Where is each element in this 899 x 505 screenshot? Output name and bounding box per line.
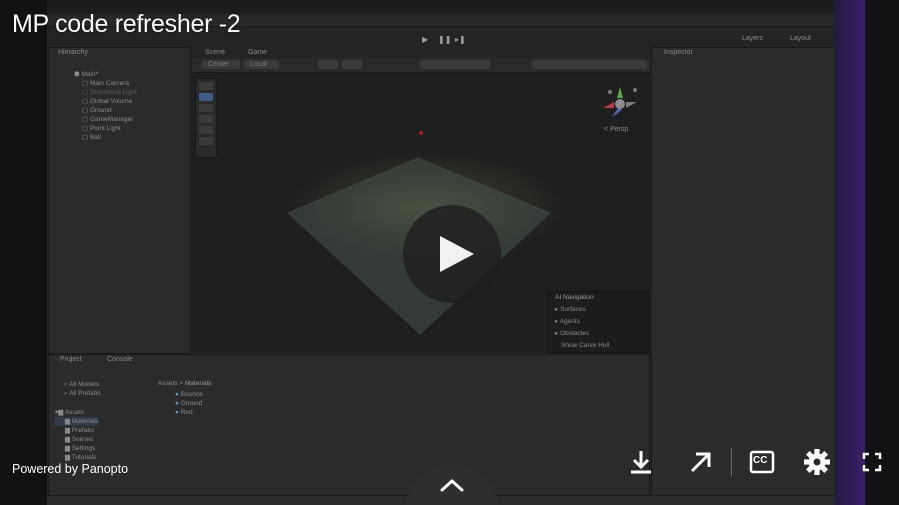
game-tab: Game <box>248 49 268 56</box>
play-button[interactable] <box>403 205 501 303</box>
desktop-background <box>835 0 865 505</box>
hierarchy-item: ▢ Ball <box>82 134 101 141</box>
fullscreen-icon <box>862 452 882 472</box>
editor-step-icon: ▸❚ <box>455 35 466 44</box>
settings-button[interactable] <box>800 446 834 478</box>
folder-icon: ▆ <box>65 454 72 461</box>
inspector-tab: Inspector <box>664 49 693 56</box>
pivot-center-dropdown: Center <box>208 61 230 68</box>
hierarchy-item: ▢ Main Camera <box>82 80 129 87</box>
ai-navigation-item: ▸ Agents <box>555 318 580 325</box>
hierarchy-item: ▢ Directional Light <box>82 89 137 96</box>
cube-icon: ▢ <box>82 80 90 87</box>
folder-icon: ▆ <box>65 427 72 434</box>
popout-button[interactable] <box>684 446 718 478</box>
cube-icon: ▢ <box>82 116 90 123</box>
folder-icon: ▆ <box>65 436 72 443</box>
controls-divider <box>731 448 732 476</box>
hierarchy-root: ⬢ Main* <box>74 71 99 78</box>
folder-item: ▆ Settings <box>65 445 96 452</box>
folder-icon: ▆ <box>65 445 72 452</box>
cube-icon: ▢ <box>82 107 90 114</box>
folder-item: ▆ Scenes <box>65 436 94 443</box>
hierarchy-item: ▢ Ground <box>82 107 112 114</box>
hierarchy-tree: ⬢ Main* ▢ Main Camera ▢ Directional Ligh… <box>74 70 137 142</box>
pivot-local-dropdown: Local <box>250 61 267 68</box>
tool-palette <box>195 78 217 158</box>
folder-icon: ▾▆ <box>55 409 65 416</box>
gear-icon <box>804 449 830 475</box>
scene-tab: Scene <box>205 49 225 56</box>
project-panel <box>48 354 650 496</box>
arrow-up-right-icon <box>690 452 711 473</box>
scale-tool-icon <box>199 115 213 123</box>
assets-root: ▾▆ Assets <box>55 409 85 416</box>
download-button[interactable] <box>624 446 658 478</box>
captions-button[interactable]: CC <box>745 446 779 478</box>
assets-tree: ▾▆ Assets ▆ Materials ▆ Prefabs ▆ Scenes… <box>55 408 99 462</box>
point-light-marker <box>419 131 423 135</box>
cube-icon: ▢ <box>82 89 90 96</box>
folder-icon: ▆ <box>65 418 72 425</box>
ai-navigation-overlay: AI Navigation ▸ Surfaces ▸ Agents ▸ Obst… <box>548 291 650 353</box>
hierarchy-tab: Hierarchy <box>58 49 88 56</box>
expand-panel-button[interactable] <box>406 464 498 505</box>
layers-dropdown: Layers <box>742 35 764 42</box>
ai-navigation-item: ▸ Surfaces <box>555 306 586 313</box>
material-item: ● Ground <box>175 400 203 407</box>
folder-item: ▆ Materials <box>55 417 99 426</box>
move-tool-icon <box>199 93 213 101</box>
fullscreen-button[interactable] <box>855 446 889 478</box>
material-item: ● Red <box>175 409 193 416</box>
layout-dropdown: Layout <box>790 35 812 42</box>
cube-icon: ▢ <box>82 98 90 105</box>
project-search-item: ⌕ All Models <box>64 381 100 388</box>
orientation-gizmo <box>603 87 637 117</box>
inspector-panel <box>651 47 836 496</box>
project-tree: ⌕ All Models ⌕ All Prefabs <box>64 380 101 398</box>
play-controls-bar: ▶ ❚❚ ▸❚ <box>418 35 468 45</box>
captions-label: CC <box>753 455 768 466</box>
folder-item: ▆ Tutorials <box>65 454 97 461</box>
ai-navigation-item: ▸ Obstacles <box>555 330 589 337</box>
powered-by-label: Powered by Panopto <box>12 462 129 476</box>
ai-navigation-item: Show Carve Hull <box>561 342 610 349</box>
hand-tool-icon <box>199 82 213 90</box>
rotate-tool-icon <box>199 104 213 112</box>
console-tab: Console <box>107 356 133 363</box>
rect-tool-icon <box>199 126 213 134</box>
hierarchy-item: ▢ Global Volume <box>82 98 133 105</box>
project-search-item: ⌕ All Prefabs <box>64 390 101 397</box>
project-breadcrumb: Assets > Materials <box>158 380 212 387</box>
ai-navigation-title: AI Navigation <box>555 294 594 301</box>
folder-item: ▆ Prefabs <box>65 427 95 434</box>
cube-icon: ▢ <box>82 125 90 132</box>
chevron-up-icon <box>440 479 464 492</box>
hierarchy-item: ▢ Point Light <box>82 125 121 132</box>
project-tab: Project <box>60 356 82 363</box>
perspective-label: < Persp <box>604 126 629 133</box>
play-icon <box>440 236 474 272</box>
hierarchy-item: ▢ GameManager <box>82 116 134 123</box>
materials-list: ● Bounce ● Ground ● Red <box>175 390 203 417</box>
editor-play-icon: ▶ <box>422 35 429 44</box>
transform-tool-icon <box>199 137 213 145</box>
download-icon <box>631 451 651 474</box>
material-item: ● Bounce <box>175 391 203 398</box>
cube-icon: ▢ <box>82 134 90 141</box>
video-player[interactable]: ▶ ❚❚ ▸❚ Layers Layout Hierarchy ⬢ Main* … <box>0 0 899 505</box>
editor-pause-icon: ❚❚ <box>438 35 452 44</box>
video-title: MP code refresher -2 <box>12 10 241 38</box>
